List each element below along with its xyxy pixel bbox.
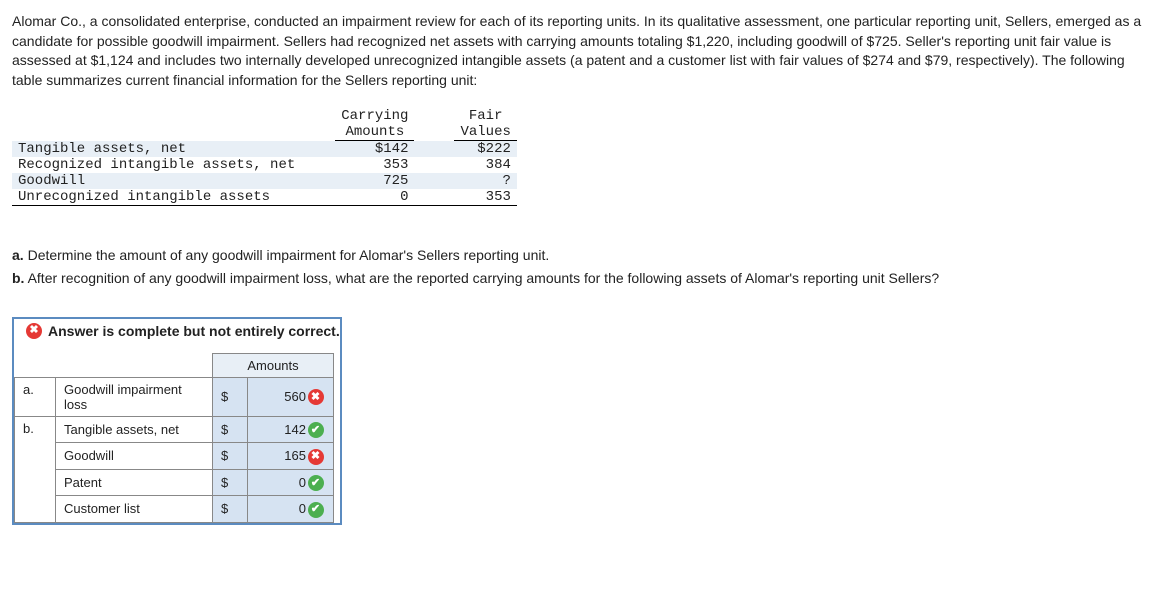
amounts-header: Amounts bbox=[213, 353, 334, 377]
data-row-fair: 384 bbox=[454, 157, 516, 173]
answer-row-label: Tangible assets, net bbox=[56, 416, 213, 443]
currency-symbol: $ bbox=[213, 496, 248, 523]
check-icon: ✔ bbox=[308, 502, 324, 518]
answer-row-label: Customer list bbox=[56, 496, 213, 523]
currency-symbol: $ bbox=[213, 377, 248, 416]
col-header-carrying: Carrying Amounts bbox=[335, 108, 414, 141]
problem-description: Alomar Co., a consolidated enterprise, c… bbox=[12, 12, 1144, 90]
data-row-carrying: 353 bbox=[335, 157, 414, 173]
answer-banner: ✖ Answer is complete but not entirely co… bbox=[14, 319, 340, 353]
data-row-label: Unrecognized intangible assets bbox=[12, 189, 335, 206]
answer-row: a.Goodwill impairment loss$560✖ bbox=[15, 377, 334, 416]
q-b-text: After recognition of any goodwill impair… bbox=[24, 270, 939, 286]
data-row-carrying: 725 bbox=[335, 173, 414, 189]
answer-amount[interactable]: 165 bbox=[248, 443, 307, 470]
answer-row: Patent$0✔ bbox=[15, 469, 334, 496]
data-row: Tangible assets, net$142 $222 bbox=[12, 141, 517, 158]
banner-text: Answer is complete but not entirely corr… bbox=[48, 323, 340, 339]
answer-table: Amounts a.Goodwill impairment loss$560✖b… bbox=[14, 353, 334, 523]
answer-row-letter bbox=[15, 469, 56, 496]
answer-box: ✖ Answer is complete but not entirely co… bbox=[12, 317, 342, 525]
check-icon: ✔ bbox=[308, 422, 324, 438]
answer-amount[interactable]: 0 bbox=[248, 469, 307, 496]
data-row: Unrecognized intangible assets0 353 bbox=[12, 189, 517, 206]
answer-amount[interactable]: 142 bbox=[248, 416, 307, 443]
q-a-text: Determine the amount of any goodwill imp… bbox=[24, 247, 550, 263]
check-icon: ✔ bbox=[308, 475, 324, 491]
data-row-label: Goodwill bbox=[12, 173, 335, 189]
x-icon: ✖ bbox=[26, 323, 42, 339]
q-a-label: a. bbox=[12, 247, 24, 263]
q-b-label: b. bbox=[12, 270, 24, 286]
data-row-label: Tangible assets, net bbox=[12, 141, 335, 158]
answer-amount[interactable]: 0 bbox=[248, 496, 307, 523]
questions-block: a. Determine the amount of any goodwill … bbox=[12, 246, 1144, 288]
data-row: Goodwill725? bbox=[12, 173, 517, 189]
answer-row-letter bbox=[15, 496, 56, 523]
data-row-carrying: $142 bbox=[335, 141, 414, 158]
currency-symbol: $ bbox=[213, 443, 248, 470]
data-table: Carrying Amounts Fair Values Tangible as… bbox=[12, 108, 517, 206]
data-row-carrying: 0 bbox=[335, 189, 414, 206]
col-header-fair: Fair Values bbox=[454, 108, 516, 141]
answer-row-letter: b. bbox=[15, 416, 56, 443]
data-row-label: Recognized intangible assets, net bbox=[12, 157, 335, 173]
x-icon: ✖ bbox=[308, 449, 324, 465]
data-row-fair: $222 bbox=[454, 141, 516, 158]
data-row-fair: ? bbox=[454, 173, 516, 189]
answer-amount[interactable]: 560 bbox=[248, 377, 307, 416]
data-row-fair: 353 bbox=[454, 189, 516, 206]
answer-row-label: Goodwill impairment loss bbox=[56, 377, 213, 416]
answer-row-label: Goodwill bbox=[56, 443, 213, 470]
answer-row-label: Patent bbox=[56, 469, 213, 496]
answer-row: Goodwill$165✖ bbox=[15, 443, 334, 470]
answer-row: b.Tangible assets, net$142✔ bbox=[15, 416, 334, 443]
answer-row-letter: a. bbox=[15, 377, 56, 416]
answer-row: Customer list$0✔ bbox=[15, 496, 334, 523]
x-icon: ✖ bbox=[308, 389, 324, 405]
currency-symbol: $ bbox=[213, 416, 248, 443]
data-row: Recognized intangible assets, net353 384 bbox=[12, 157, 517, 173]
answer-row-letter bbox=[15, 443, 56, 470]
currency-symbol: $ bbox=[213, 469, 248, 496]
